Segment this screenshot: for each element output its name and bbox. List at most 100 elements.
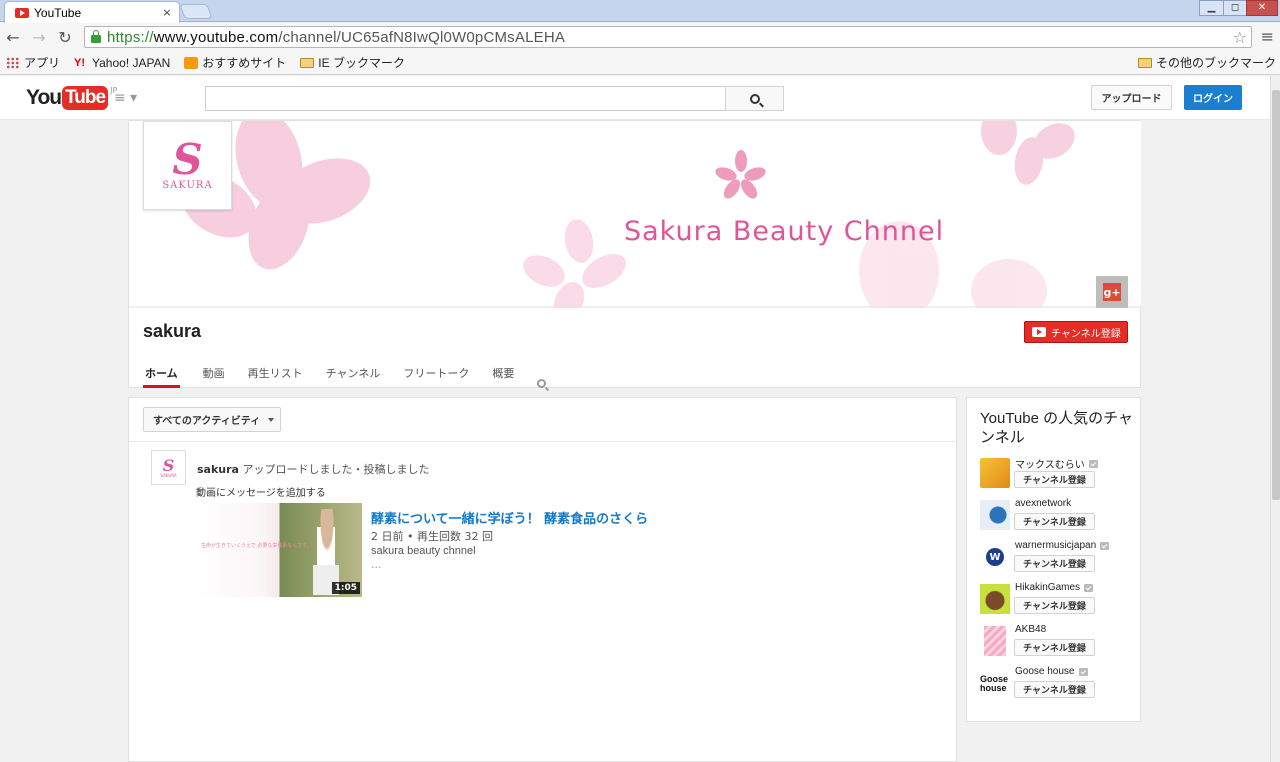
subscribe-button[interactable]: チャンネル登録 xyxy=(1014,597,1095,614)
sakura-blossom-art xyxy=(129,121,1141,308)
bookmark-recommended[interactable]: おすすめサイト xyxy=(184,54,286,71)
tab-videos[interactable]: 動画 xyxy=(203,363,225,388)
subscribe-button[interactable]: チャンネル登録 xyxy=(1024,321,1128,343)
tab-close-icon[interactable]: × xyxy=(159,6,175,19)
logo-tube: Tube xyxy=(62,86,109,110)
bookmark-label: アプリ xyxy=(24,56,61,70)
video-title-link[interactable]: 酵素について一緒に学ぼう！ 酵素食品のさくら xyxy=(371,508,648,527)
channel-avatar[interactable]: S SAKURA xyxy=(143,121,232,210)
activity-text: アップロードしました・投稿しました xyxy=(238,463,430,476)
activity-user[interactable]: sakura xyxy=(197,463,239,476)
back-icon[interactable]: ← xyxy=(0,28,26,47)
window-minimize-button[interactable]: ▁ xyxy=(1199,0,1224,16)
tab-about[interactable]: 概要 xyxy=(492,363,514,388)
guide-menu-icon[interactable]: ≡ ▾ xyxy=(114,90,137,106)
list-item: avexnetwork チャンネル登録 xyxy=(980,498,1140,532)
apps-icon xyxy=(6,56,20,69)
window-close-button[interactable]: ✕ xyxy=(1246,0,1278,16)
logo-you: You xyxy=(26,86,62,109)
folder-icon xyxy=(300,57,315,68)
youtube-play-icon xyxy=(1032,327,1046,337)
divider xyxy=(129,441,957,442)
subscribe-button[interactable]: チャンネル登録 xyxy=(1014,471,1095,488)
channel-name[interactable]: sakura xyxy=(143,321,201,342)
browser-toolbar: ← → ↻ https://www.youtube.com/channel/UC… xyxy=(0,23,1280,51)
bookmark-star-icon[interactable]: ☆ xyxy=(1233,28,1247,47)
channel-thumbnail[interactable] xyxy=(980,458,1010,488)
caret-down-icon xyxy=(268,417,275,422)
browser-tab[interactable]: YouTube × xyxy=(4,1,180,23)
channel-thumbnail[interactable] xyxy=(980,584,1010,614)
url-text: https://www.youtube.com/channel/UC65afN8… xyxy=(107,28,566,46)
other-bookmarks[interactable]: その他のブックマーク xyxy=(1137,54,1276,71)
goose-house-logo-icon[interactable]: Goose house xyxy=(980,668,1010,698)
page-scrollbar[interactable] xyxy=(1270,76,1280,762)
channel-link[interactable]: avexnetwork xyxy=(1015,498,1071,509)
tab-discussion[interactable]: フリートーク xyxy=(403,363,469,388)
channel-header: Sakura Beauty Chnnel S SAKURA g+ sakura … xyxy=(128,120,1141,388)
feed-avatar[interactable]: S SAKURA xyxy=(151,450,186,485)
channel-link[interactable]: warnermusicjapan xyxy=(1015,540,1110,551)
video-channel: sakura beauty chnnel xyxy=(371,545,476,557)
channel-search-icon[interactable] xyxy=(537,379,547,388)
video-description-more: ... xyxy=(371,558,382,571)
bookmark-yahoo[interactable]: Y! Yahoo! JAPAN xyxy=(74,56,170,70)
tab-playlists[interactable]: 再生リスト xyxy=(248,363,303,388)
list-item: W warnermusicjapan チャンネル登録 xyxy=(980,540,1140,574)
bookmark-ie-folder[interactable]: IE ブックマーク xyxy=(300,54,405,71)
search-button[interactable] xyxy=(725,86,784,111)
upload-button[interactable]: アップロード xyxy=(1091,85,1172,110)
channel-thumbnail[interactable] xyxy=(984,626,1006,656)
activity-feed: すべてのアクティビティ S SAKURA sakura アップロードしました・投… xyxy=(128,397,957,762)
forward-icon[interactable]: → xyxy=(26,28,52,47)
yahoo-icon: Y! xyxy=(74,56,86,69)
video-thumbnail[interactable]: 生命が生きていくうえで 必要な栄養素なんです。 1:05 xyxy=(197,503,362,597)
verified-icon xyxy=(1084,583,1094,592)
google-plus-icon: g+ xyxy=(1103,283,1121,301)
window-maximize-button[interactable]: ◻ xyxy=(1223,0,1247,16)
channel-thumbnail[interactable]: W xyxy=(980,542,1010,572)
bookmark-label: Yahoo! JAPAN xyxy=(92,55,171,70)
browser-menu-icon[interactable]: ≡ xyxy=(1261,27,1274,46)
reload-icon[interactable]: ↻ xyxy=(52,28,78,47)
sakura-logo-icon: S xyxy=(172,135,203,184)
verified-icon xyxy=(1078,667,1088,676)
login-button[interactable]: ログイン xyxy=(1184,85,1242,110)
activity-filter-dropdown[interactable]: すべてのアクティビティ xyxy=(143,407,281,432)
channel-thumbnail[interactable] xyxy=(980,500,1010,530)
channel-link[interactable]: AKB48 xyxy=(1015,624,1046,635)
subscribe-button[interactable]: チャンネル登録 xyxy=(1014,555,1095,572)
search-icon xyxy=(749,93,760,104)
filter-label: すべてのアクティビティ xyxy=(153,416,261,427)
banner-title: Sakura Beauty Chnnel xyxy=(624,216,945,247)
warner-logo-icon: W xyxy=(986,548,1004,566)
new-tab-button[interactable] xyxy=(179,4,213,19)
tab-channels[interactable]: チャンネル xyxy=(326,363,381,388)
add-message-link[interactable]: 動画にメッセージを追加する xyxy=(196,484,326,499)
lock-icon xyxy=(91,30,101,43)
search-input[interactable] xyxy=(205,86,726,111)
bookmark-label: IE ブックマーク xyxy=(318,56,405,70)
sidebar-title: YouTube の人気のチャンネル xyxy=(980,410,1133,446)
subscribe-button[interactable]: チャンネル登録 xyxy=(1014,513,1095,530)
subscribe-button[interactable]: チャンネル登録 xyxy=(1014,681,1095,698)
channel-link[interactable]: HikakinGames xyxy=(1015,582,1094,593)
google-plus-link[interactable]: g+ xyxy=(1096,276,1128,308)
bookmark-label: おすすめサイト xyxy=(202,56,287,70)
youtube-logo[interactable]: You Tube JP xyxy=(26,86,117,110)
channel-link[interactable]: Goose house xyxy=(1015,666,1088,677)
youtube-header: You Tube JP ≡ ▾ アップロード ログイン xyxy=(0,76,1270,120)
list-item: マックスむらい チャンネル登録 xyxy=(980,456,1140,490)
channel-link[interactable]: マックスむらい xyxy=(1015,456,1098,471)
tab-title: YouTube xyxy=(34,5,82,20)
other-bookmarks-label: その他のブックマーク xyxy=(1155,56,1276,70)
subscribe-button[interactable]: チャンネル登録 xyxy=(1014,639,1095,656)
address-bar[interactable]: https://www.youtube.com/channel/UC65afN8… xyxy=(84,26,1252,48)
channel-tabs: ホーム 動画 再生リスト チャンネル フリートーク 概要 xyxy=(143,363,547,388)
scrollbar-thumb[interactable] xyxy=(1272,90,1280,500)
bookmark-apps[interactable]: アプリ xyxy=(6,54,60,71)
avatar-text: SAKURA xyxy=(160,472,177,478)
verified-icon xyxy=(1100,541,1110,550)
tab-home[interactable]: ホーム xyxy=(143,363,180,388)
popular-channels-sidebar: YouTube の人気のチャンネル マックスむらい チャンネル登録 avexne… xyxy=(966,397,1141,722)
